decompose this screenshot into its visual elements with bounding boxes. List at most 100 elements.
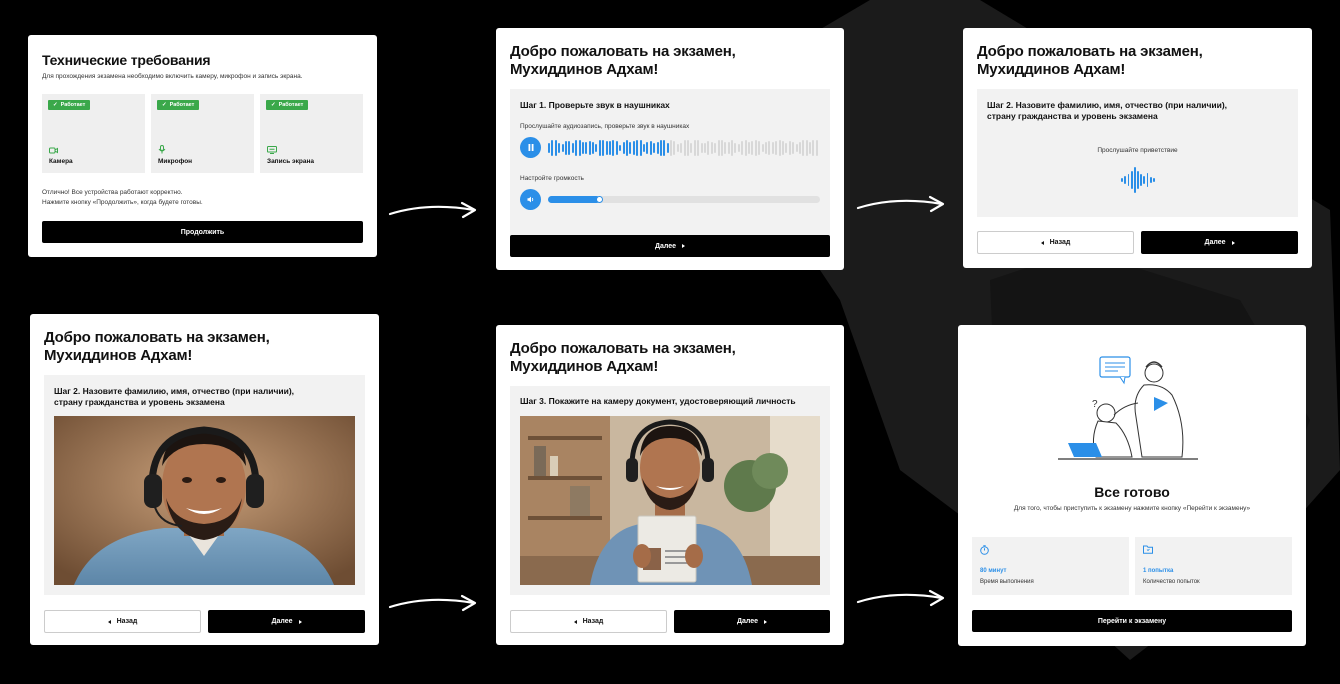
waveform-bar [1137,171,1139,189]
waveform-bar [588,140,591,156]
continue-button[interactable]: Продолжить [42,221,363,243]
waveform-bar [758,141,761,155]
waveform-bar [612,140,615,156]
webcam-preview [520,416,820,585]
page-title: Добро пожаловать на экзамен, Мухиддинов … [44,329,270,364]
waveform-bar [720,140,723,156]
waveform-bar [1130,171,1133,189]
microphone-icon [158,145,166,154]
waveform-bar [798,141,801,155]
waveform-bar [592,142,595,154]
step-panel: Шаг 2. Назовите фамилию, имя, отчество (… [977,89,1298,217]
waveform-bar [785,143,788,153]
volume-slider-handle[interactable] [595,196,603,203]
waveform-bar [754,140,757,156]
go-to-exam-button[interactable]: Перейти к экзамену [972,610,1292,632]
webcam-preview [54,416,355,585]
waveform-bar [629,141,632,155]
status-line-1: Отлично! Все устройства работают коррект… [42,189,183,196]
waveform-bar [781,140,784,156]
chevron-left-icon [1040,240,1044,245]
waveform-bar [670,140,673,156]
waveform-bar [690,142,693,154]
greeting-waveform [1118,165,1158,195]
back-button[interactable]: Назад [977,231,1134,254]
device-label: Запись экрана [267,158,314,165]
waveform-bar [673,140,676,156]
volume-button[interactable] [520,189,541,210]
chevron-left-icon [573,619,577,624]
speaker-icon [527,196,533,203]
waveform-bar [554,140,557,156]
next-button[interactable]: Далее [674,610,830,633]
waveform-bar [622,141,625,155]
waveform-bar [717,140,720,156]
timer-icon [980,545,989,555]
waveform-bar [1133,167,1136,193]
waveform-bar [602,140,605,156]
waveform-bar [663,140,666,156]
device-label: Микрофон [158,158,193,165]
status-badge: ✓ Работает [157,100,200,110]
waveform-bar [656,141,659,155]
volume-slider[interactable] [548,196,820,203]
waveform-bar [653,142,656,154]
person-photo [54,416,355,585]
device-label: Камера [49,158,73,165]
page-subtitle: Для прохождения экзамена необходимо вклю… [42,73,303,80]
person-with-document-photo [520,416,820,585]
page-title: Технические требования [42,52,211,68]
pause-button[interactable] [520,137,541,158]
waveform-bar [768,140,771,156]
listen-label: Прослушайте приветствие [1097,147,1178,154]
waveform-bar [659,140,662,156]
waveform-bar [619,145,622,151]
waveform-bar [765,141,767,155]
device-screen-record: ✓ Работает Запись экрана [260,94,363,173]
document-check-card: Добро пожаловать на экзамен, Мухиддинов … [496,325,844,645]
waveform-bar [646,141,649,155]
waveform-bar [761,144,764,152]
waveform-bar [748,141,751,155]
check-icon: ✓ [162,102,167,108]
waveform-bar [666,142,669,154]
attempts-label: Количество попыток [1143,579,1200,585]
waveform-bar [1153,178,1155,182]
chevron-right-icon [1231,240,1235,245]
page-title: Добро пожаловать на экзамен, Мухиддинов … [510,43,736,78]
audio-hint: Прослушайте аудиозапись, проверьте звук … [520,123,690,130]
introduction-video-card: Добро пожаловать на экзамен, Мухиддинов … [30,314,379,645]
waveform-bar [751,140,754,156]
waveform-bar [809,142,812,154]
audio-waveform[interactable] [548,138,820,158]
waveform-bar [548,143,550,153]
next-button[interactable]: Далее [510,235,830,257]
waveform-bar [693,140,696,156]
waveform-bar [1121,178,1123,182]
check-icon: ✓ [271,102,276,108]
next-button[interactable]: Далее [1141,231,1298,254]
chevron-left-icon [107,619,111,624]
back-button[interactable]: Назад [44,610,201,633]
waveform-bar [1143,176,1146,184]
waveform-bar [724,141,727,155]
waveform-bar [731,140,734,156]
waveform-bar [700,142,703,154]
waveform-bar [680,142,683,154]
waveform-bar [815,140,818,156]
support-illustration: ? [1058,356,1198,460]
chevron-right-icon [298,619,302,624]
sound-check-card: Добро пожаловать на экзамен, Мухиддинов … [496,28,844,270]
next-button[interactable]: Далее [208,610,365,633]
waveform-bar [578,140,581,156]
attempts-value: 1 попытка [1143,568,1174,574]
waveform-bar [792,141,795,155]
screen-record-icon [267,146,277,154]
waveform-bar [805,140,808,156]
pause-icon [528,144,533,151]
waveform-bar [564,140,567,156]
back-button[interactable]: Назад [510,610,667,633]
waveform-bar [1149,177,1152,183]
status-badge: ✓ Работает [266,100,309,110]
chevron-right-icon [682,244,686,248]
